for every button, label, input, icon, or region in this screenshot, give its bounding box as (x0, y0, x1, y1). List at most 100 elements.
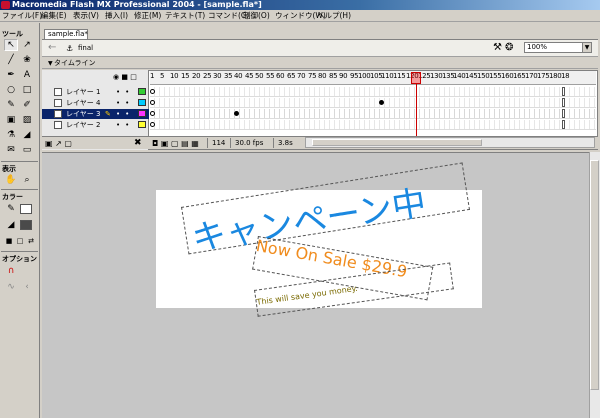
layer-row-selected[interactable]: レイヤー 3 ✎ •• (42, 109, 149, 119)
menu-insert[interactable]: 挿入(I) (105, 11, 128, 21)
menu-control[interactable]: 制御(O) (243, 11, 270, 21)
eye-icon[interactable]: ◉ (113, 73, 119, 81)
menu-file[interactable]: ファイル(F) (2, 11, 42, 21)
layer-name: レイヤー 2 (66, 121, 101, 129)
layer-page-icon (54, 121, 62, 129)
document-tab[interactable]: sample.fla* (44, 29, 88, 39)
layer-color-swatch[interactable] (138, 99, 146, 106)
frame-span-end (562, 98, 565, 107)
keyframe[interactable] (150, 122, 155, 127)
pen-tool-icon[interactable]: ✒ (4, 69, 18, 81)
swap-colors-icon[interactable]: ⇄ (24, 235, 38, 247)
lasso-tool-icon[interactable]: ❀ (20, 54, 34, 66)
center-frame-icon[interactable]: ◘ (152, 139, 158, 148)
layer-page-icon (54, 99, 62, 107)
ink-bottle-icon[interactable]: ⚗ (4, 129, 18, 141)
lock-icon[interactable]: ■ (121, 73, 128, 81)
insert-folder-icon[interactable]: ▢ (64, 139, 72, 148)
fill-transform-icon[interactable]: ▨ (20, 114, 34, 126)
free-transform-icon[interactable]: ▣ (4, 114, 18, 126)
fill-color-swatch[interactable] (20, 220, 32, 230)
tools-label: ツール (2, 30, 23, 38)
frame-span-end (562, 120, 565, 129)
layer-row[interactable]: レイヤー 2 •• (42, 120, 149, 130)
layer-color-swatch[interactable] (138, 88, 146, 95)
layer-page-icon (54, 88, 62, 96)
timeline-header[interactable]: タイムライン (42, 58, 598, 69)
snap-magnet-icon[interactable]: ∩ (4, 265, 18, 277)
collapse-arrow-icon[interactable]: ▼ (48, 59, 53, 68)
rectangle-tool-icon[interactable]: □ (20, 84, 34, 96)
add-guide-icon[interactable]: ↗ (55, 139, 62, 148)
edit-symbol-icon[interactable]: ❂ (505, 42, 513, 53)
frame-span-end (562, 87, 565, 96)
trash-icon[interactable]: ✖ (134, 138, 142, 148)
scene-name[interactable]: final (78, 44, 93, 52)
menu-help[interactable]: ヘルプ(H) (317, 11, 351, 21)
layer-row[interactable]: レイヤー 1 •• (42, 87, 149, 97)
layer-name: レイヤー 3 (66, 110, 101, 118)
keyframe[interactable] (150, 111, 155, 116)
text-tool-icon[interactable]: A (20, 69, 34, 81)
frame-ruler[interactable]: 1 5 10 15 20 25 30 35 40 45 50 55 60 65 … (150, 71, 596, 85)
smooth-icon[interactable]: ∿ (4, 281, 18, 293)
menu-edit[interactable]: 編集(E) (41, 11, 67, 21)
keyframe[interactable] (150, 89, 155, 94)
playhead[interactable] (411, 72, 421, 84)
edit-scene-icon[interactable]: ⚒ (493, 42, 502, 53)
back-arrow-icon[interactable]: ← (48, 42, 56, 53)
subselect-arrow-icon[interactable]: ↗ (20, 39, 34, 51)
eyedropper-icon[interactable]: ✉ (4, 144, 18, 156)
menu-view[interactable]: 表示(V) (73, 11, 99, 21)
layer-name: レイヤー 4 (66, 99, 101, 107)
menu-modify[interactable]: 修正(M) (134, 11, 161, 21)
frame-rate: 30.0 fps (230, 138, 263, 148)
chevron-down-icon[interactable]: ▼ (582, 43, 591, 52)
paint-bucket-icon[interactable]: ◢ (20, 129, 34, 141)
layer-color-swatch[interactable] (138, 110, 146, 117)
keyframe[interactable] (379, 100, 384, 105)
layer-color-swatch[interactable] (138, 121, 146, 128)
straighten-icon[interactable]: ‹ (20, 281, 34, 293)
onion-skin-icon[interactable]: ▣ (161, 139, 169, 148)
pencil-tool-icon[interactable]: ✎ (4, 99, 18, 111)
keyframe[interactable] (234, 111, 239, 116)
line-tool-icon[interactable]: ╱ (4, 54, 18, 66)
oval-tool-icon[interactable]: ○ (4, 84, 18, 96)
view-label: 表示 (2, 165, 16, 173)
frame-span-end (562, 109, 565, 118)
scene-icon: ⚓ (66, 44, 74, 53)
edit-bar (42, 39, 598, 57)
frame-row[interactable] (150, 109, 596, 119)
pencil-icon: ✎ (105, 110, 111, 118)
stroke-color-swatch[interactable] (20, 204, 32, 214)
zoom-select[interactable]: 100% ▼ (524, 42, 592, 53)
edit-multiple-icon[interactable]: ▤ (181, 139, 189, 148)
hand-tool-icon[interactable]: ✋ (4, 174, 18, 186)
menu-text[interactable]: テキスト(T) (165, 11, 205, 21)
onion-outline-icon[interactable]: ▢ (171, 139, 179, 148)
zoom-value: 100% (527, 43, 548, 51)
frame-row[interactable] (150, 120, 596, 130)
fill-color-icon[interactable]: ◢ (4, 219, 18, 231)
outline-icon[interactable]: □ (130, 73, 137, 81)
keyframe[interactable] (150, 100, 155, 105)
selection-arrow-icon[interactable]: ↖ (4, 39, 18, 51)
insert-layer-icon[interactable]: ▣ (45, 139, 53, 148)
layer-name: レイヤー 1 (66, 88, 101, 96)
options-label: オプション (2, 255, 37, 263)
brush-tool-icon[interactable]: ✐ (20, 99, 34, 111)
elapsed-time: 3.8s (273, 138, 293, 148)
zoom-tool-icon[interactable]: ⌕ (20, 174, 34, 186)
onion-markers-icon[interactable]: ▦ (191, 139, 199, 148)
menu-bar: ファイル(F) 編集(E) 表示(V) 挿入(I) 修正(M) テキスト(T) … (0, 10, 600, 22)
layer-page-icon (54, 110, 62, 118)
timeline-scroll-thumb[interactable] (312, 139, 482, 146)
current-frame: 114 (207, 138, 225, 148)
stage-scroll-thumb[interactable] (590, 160, 599, 390)
frame-row[interactable] (150, 98, 596, 108)
stroke-color-icon[interactable]: ✎ (4, 203, 18, 215)
layer-row[interactable]: レイヤー 4 •• (42, 98, 149, 108)
frame-row[interactable] (150, 87, 596, 97)
eraser-icon[interactable]: ▭ (20, 144, 34, 156)
